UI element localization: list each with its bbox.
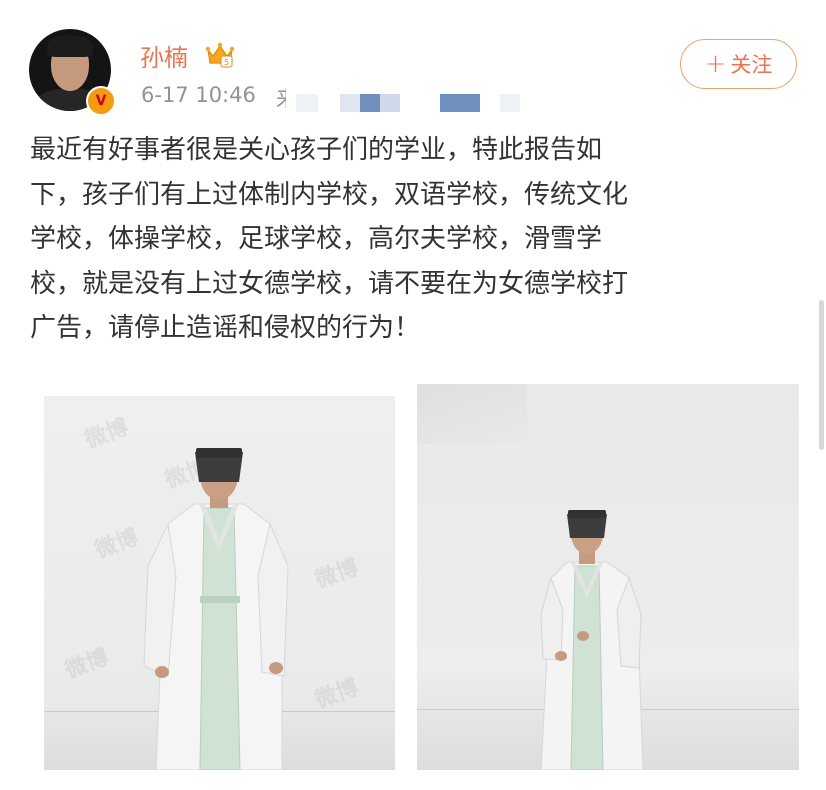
redacted-block (440, 94, 480, 112)
post-line: 下，孩子们有上过体制内学校，双语学校，传统文化 (30, 179, 629, 210)
redacted-block (360, 94, 380, 112)
follow-button[interactable]: + 关注 (680, 39, 797, 89)
redacted-block (380, 94, 400, 112)
post-photo-1[interactable]: 微博 微博 微博 微博 微博 微博 (44, 396, 395, 770)
crown-vip-icon: 5 (205, 42, 235, 68)
post-text: 最近有好事者很是关心孩子们的学业，特此报告如 下，孩子们有上过体制内学校，双语学… (30, 128, 800, 351)
person-figure (540, 510, 644, 770)
person-figure (143, 448, 289, 770)
scrollbar[interactable] (819, 300, 824, 450)
post-line: 学校，体操学校，足球学校，高尔夫学校，滑雪学 (30, 224, 603, 254)
avatar-hair (47, 35, 93, 57)
verified-badge-icon: V (86, 86, 116, 116)
post-line: 校，就是没有上过女德学校，请不要在为女德学校打 (30, 268, 629, 299)
plus-icon: + (704, 49, 727, 79)
redacted-block (340, 94, 360, 112)
follow-label: 关注 (730, 53, 773, 77)
username[interactable]: 孙楠 (140, 38, 188, 73)
post-photo-2[interactable] (417, 384, 799, 770)
redacted-block (500, 94, 520, 112)
post-timestamp: 6-17 10:46 (141, 83, 256, 107)
post-line: 最近有好事者很是关心孩子们的学业，特此报告如 (30, 135, 603, 165)
post-line: 广告，请停止造谣和侵权的行为！ (30, 313, 421, 343)
post-source: 来 (276, 83, 286, 113)
redacted-block (296, 94, 318, 112)
svg-text:5: 5 (224, 58, 229, 67)
